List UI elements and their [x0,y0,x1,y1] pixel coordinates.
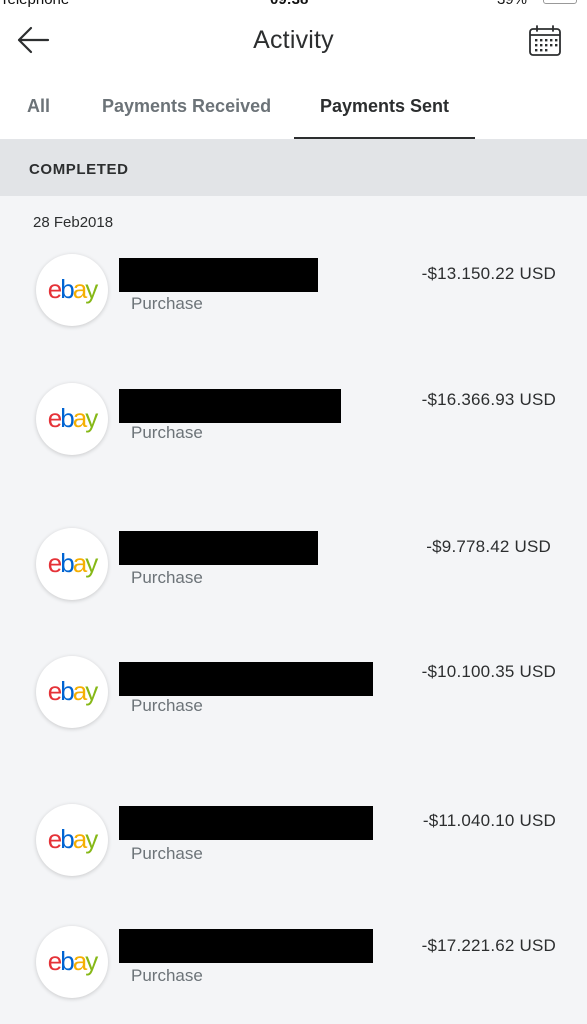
transaction-type: Purchase [131,696,203,715]
merchant-avatar: ebay [36,804,108,876]
ebay-logo-icon: ebay [47,824,98,854]
calendar-filter-button[interactable] [527,24,563,58]
date-label: 28 Feb2018 [33,214,114,231]
battery-percent: 39% [497,0,527,8]
redacted-merchant-name [119,929,373,963]
tab-payments-sent[interactable]: Payments Sent [320,96,449,117]
merchant-avatar: ebay [36,254,108,326]
status-bar: Telephone 09:38 39% [0,0,587,12]
active-tab-indicator [294,137,475,139]
transaction-amount: -$16.366.93 USD [421,390,556,409]
transaction-type: Purchase [131,966,203,985]
transaction-row[interactable]: ebay Purchase -$9.778.42 USD [0,526,587,616]
transaction-row[interactable]: ebay Purchase -$11.040.10 USD [0,802,587,892]
tab-payments-received[interactable]: Payments Received [102,96,271,117]
transaction-amount: -$10.100.35 USD [421,662,556,681]
transaction-amount: -$13.150.22 USD [421,264,556,283]
ebay-logo-icon: ebay [47,946,98,976]
transaction-type: Purchase [131,294,203,313]
clock: 09:38 [270,0,308,8]
merchant-avatar: ebay [36,383,108,455]
transaction-row[interactable]: ebay Purchase -$13.150.22 USD [0,252,587,342]
transaction-type: Purchase [131,844,203,863]
section-label: COMPLETED [29,161,129,178]
calendar-icon [529,25,561,56]
merchant-avatar: ebay [36,926,108,998]
ebay-logo-icon: ebay [47,274,98,304]
transaction-amount: -$17.221.62 USD [421,936,556,955]
transaction-row[interactable]: ebay Purchase -$10.100.35 USD [0,654,587,744]
redacted-merchant-name [119,806,373,840]
transaction-type: Purchase [131,568,203,587]
page-title: Activity [253,26,334,54]
section-header: COMPLETED [0,140,587,196]
tab-all[interactable]: All [27,96,50,117]
transaction-amount: -$11.040.10 USD [422,811,556,830]
carrier-label: Telephone [0,0,69,8]
redacted-merchant-name [119,389,341,423]
merchant-avatar: ebay [36,528,108,600]
activity-tabs: All Payments Received Payments Sent [0,72,587,140]
ebay-logo-icon: ebay [47,676,98,706]
app-header: Activity [0,12,587,72]
transaction-amount: -$9.778.42 USD [426,537,551,556]
ebay-logo-icon: ebay [47,548,98,578]
transaction-row[interactable]: ebay Purchase -$16.366.93 USD [0,381,587,471]
merchant-avatar: ebay [36,656,108,728]
transaction-row[interactable]: ebay Purchase -$17.221.62 USD [0,924,587,1014]
redacted-merchant-name [119,531,318,565]
redacted-merchant-name [119,258,318,292]
redacted-merchant-name [119,662,373,696]
transaction-type: Purchase [131,423,203,442]
battery-icon [543,0,577,4]
ebay-logo-icon: ebay [47,403,98,433]
